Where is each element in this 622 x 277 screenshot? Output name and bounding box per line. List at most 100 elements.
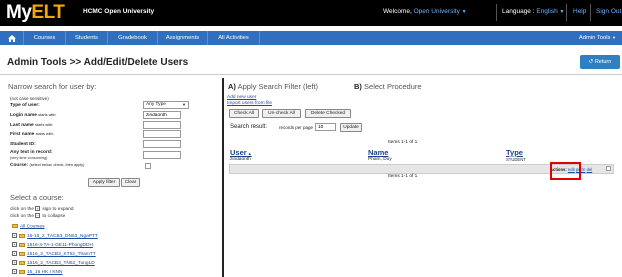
folder-icon: [19, 251, 25, 256]
import-users-link[interactable]: Import users from file: [227, 101, 272, 106]
add-new-user-link[interactable]: Add new user: [227, 95, 256, 100]
minus-icon: −: [35, 213, 41, 218]
divider: [0, 74, 622, 75]
list-item: +1516_2_TACB3_KT52_ThamTT: [12, 251, 96, 257]
list-item: +1516-3-TA-1-GE11-PhongDDH: [12, 242, 93, 248]
nav-assignments[interactable]: Assignments: [158, 31, 208, 45]
page-title: Admin Tools >> Add/Edit/Delete Users: [7, 57, 189, 68]
search-result-label: Search result:: [230, 124, 268, 130]
last-name-label: Last name starts with:: [10, 123, 54, 128]
student-id-label: Student ID:: [10, 142, 36, 147]
check-all-button[interactable]: Check All: [229, 109, 259, 118]
chevron-down-icon[interactable]: ▼: [462, 9, 467, 15]
course-link[interactable]: 1516_2_TACB3_KT52_ThamTT: [27, 252, 96, 257]
expand-icon[interactable]: +: [12, 269, 17, 274]
language-area: Language : English ▼: [502, 8, 564, 15]
divider: [566, 4, 567, 21]
apply-filter-button[interactable]: Apply filter: [88, 178, 120, 187]
delete-checked-button[interactable]: Delete Checked: [305, 109, 351, 118]
student-id-input[interactable]: [143, 140, 181, 148]
welcome-area: Welcome, Open University ▼: [383, 8, 467, 15]
divider: [496, 4, 497, 21]
nav-gradebook[interactable]: Gradebook: [108, 31, 158, 45]
folder-icon: [19, 260, 25, 265]
items-count-top: Items 1-1 of 1: [388, 140, 418, 145]
step-b-title: B) Select Procedure: [354, 82, 422, 91]
welcome-label: Welcome,: [383, 8, 412, 15]
step-a-title: A) Apply Search Filter (left): [228, 82, 319, 91]
expand-icon[interactable]: +: [12, 251, 17, 256]
return-icon: ↺: [588, 59, 594, 65]
items-count-bottom: Items 1-1 of 1: [388, 174, 418, 179]
type-of-user-select[interactable]: Any Type ▼: [143, 101, 189, 109]
course-link[interactable]: 15-16_2_TACB3_DN53_NgaPTT: [27, 234, 98, 239]
clear-button[interactable]: Clear: [121, 178, 140, 187]
row-checkbox[interactable]: [606, 166, 611, 171]
records-per-page-label: records per page: [279, 125, 314, 130]
uncheck-all-button[interactable]: Un-check All: [262, 109, 301, 118]
course-link[interactable]: 15_16 HK I KNN: [27, 270, 62, 275]
top-bar: MyELT HCMC Open University Welcome, Open…: [0, 0, 622, 26]
login-name-input[interactable]: [143, 111, 181, 119]
home-button[interactable]: [0, 31, 24, 45]
last-name-input[interactable]: [143, 121, 181, 129]
chevron-down-icon: ▼: [612, 35, 616, 40]
collapse-hint: click on the − to collapse: [10, 213, 66, 219]
chevron-down-icon: ▼: [182, 102, 186, 107]
folder-icon: [12, 224, 18, 228]
nav-students[interactable]: Students: [66, 31, 108, 45]
language-select[interactable]: English: [536, 8, 557, 15]
language-label: Language :: [502, 8, 535, 15]
first-name-input[interactable]: [143, 130, 181, 138]
folder-icon: [19, 242, 25, 247]
narrow-search-title: Narrow search for user by:: [8, 82, 97, 91]
column-header-name[interactable]: Name: [368, 148, 388, 157]
folder-icon: [19, 233, 25, 238]
user-menu[interactable]: Open University: [414, 8, 460, 15]
expand-hint: click on the + sign to expand: [10, 206, 74, 212]
return-button[interactable]: ↺ Return: [580, 55, 620, 69]
course-checkbox[interactable]: [145, 163, 151, 169]
myelt-logo[interactable]: MyELT: [6, 2, 65, 24]
records-per-page-input[interactable]: [315, 123, 336, 131]
nav-courses[interactable]: Courses: [24, 31, 66, 45]
folder-icon: [19, 269, 25, 274]
sort-up-icon: ▲: [246, 151, 252, 156]
course-link[interactable]: 1516-3-TA-1-GE11-PhongDDH: [27, 243, 93, 248]
first-name-label: First name starts with:: [10, 132, 54, 137]
any-text-input[interactable]: [143, 151, 181, 159]
course-link[interactable]: 1516_2_TACB3_TN52_TungLD: [27, 261, 95, 266]
login-name-label: Login name starts with:: [10, 113, 57, 118]
select-course-title: Select a course:: [10, 193, 64, 202]
help-link[interactable]: Help: [573, 8, 586, 15]
list-item: +15_16 HK I KNN: [12, 269, 62, 275]
main-nav: Courses Students Gradebook Assignments A…: [0, 31, 622, 45]
highlight-box: [550, 162, 581, 180]
any-text-label: Any text in record:: [10, 150, 53, 155]
panel-divider: [222, 78, 224, 277]
all-courses-link[interactable]: All Courses: [20, 224, 45, 229]
column-header-type[interactable]: Type: [506, 148, 523, 157]
sign-out-link[interactable]: Sign Out: [596, 8, 621, 15]
course-label: Course: (select below, check, then apply…: [10, 163, 85, 168]
organization-name: HCMC Open University: [83, 8, 155, 15]
chevron-down-icon[interactable]: ▼: [560, 9, 565, 15]
column-header-user[interactable]: User ▲: [230, 148, 252, 157]
row-type: STUDENT: [506, 157, 526, 162]
list-item: +1516_2_TACB3_TN52_TungLD: [12, 260, 95, 266]
plus-icon: +: [35, 206, 41, 211]
list-item: +15-16_2_TACB3_DN53_NgaPTT: [12, 233, 98, 239]
home-icon: [7, 34, 16, 42]
nav-all-activities[interactable]: All Activities: [208, 31, 260, 45]
del-action[interactable]: del: [587, 167, 593, 172]
divider: [590, 4, 591, 21]
admin-tools-menu[interactable]: Admin Tools ▼: [579, 31, 616, 45]
expand-icon[interactable]: +: [12, 242, 17, 247]
expand-icon[interactable]: +: [12, 260, 17, 265]
tree-root[interactable]: All Courses: [12, 224, 45, 229]
any-text-note: (very time consuming): [10, 156, 48, 160]
expand-icon[interactable]: +: [12, 233, 17, 238]
type-of-user-label: Type of user:: [10, 103, 40, 108]
update-button[interactable]: Update: [340, 123, 362, 132]
row-user: zindaonth: [230, 157, 251, 162]
